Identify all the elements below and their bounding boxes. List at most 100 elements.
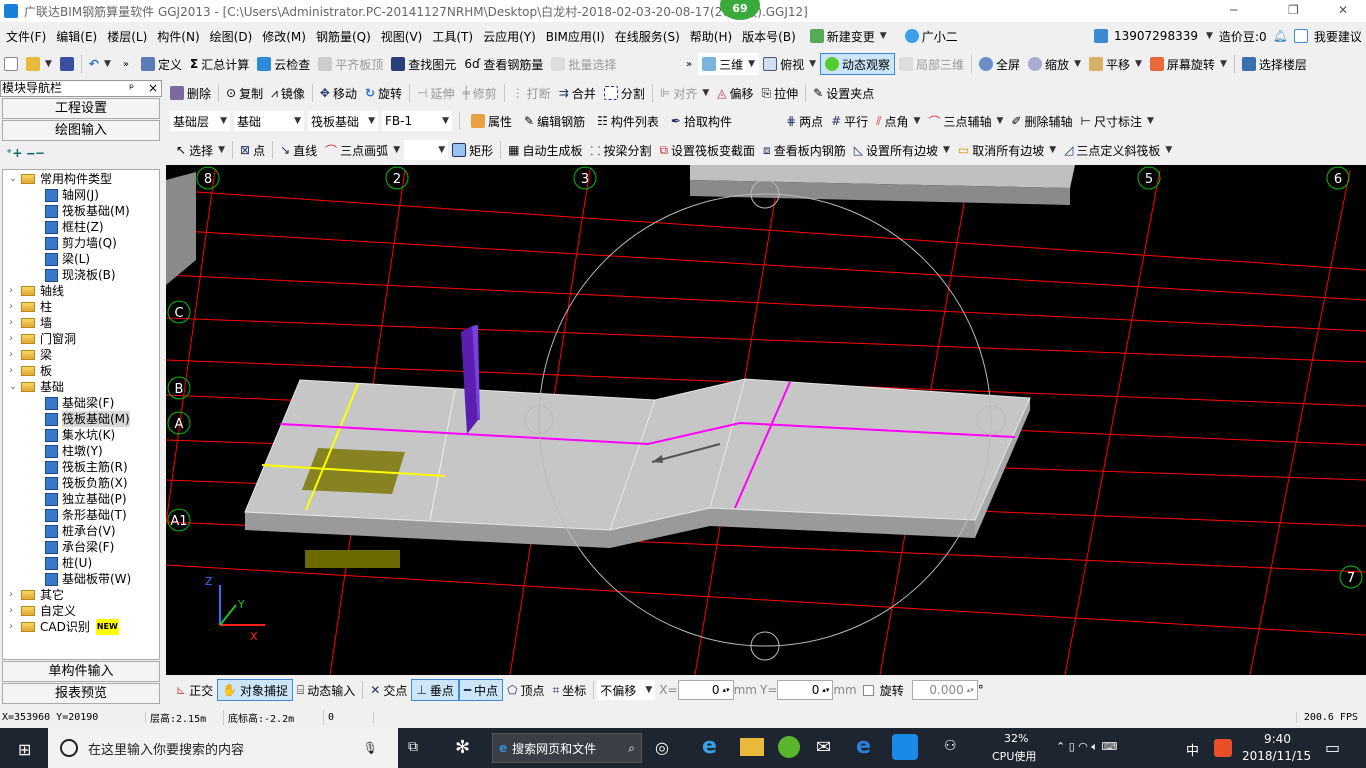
point-angle-button[interactable]: ⫽ 点角 ▼ [872,110,924,132]
pan-button[interactable]: 平移 ▼ [1085,53,1146,75]
glodon-app-icon[interactable] [892,734,918,760]
browser-search-box[interactable]: e 搜索网页和文件 ⌕ [492,733,642,763]
project-settings-button[interactable]: 工程设置 [2,98,160,119]
tree-item[interactable]: 基础板带(W) [9,571,159,587]
y-offset-input[interactable]: 0 ▴▾ [777,680,834,700]
intersection-snap[interactable]: ✕ 交点 [366,679,411,701]
tree-item[interactable]: 集水坑(K) [9,427,159,443]
tree-item[interactable]: › 自定义 [9,603,159,619]
rotate-button[interactable]: ↻ 旋转 [361,82,406,104]
browser-360-icon[interactable] [778,736,800,758]
tree-item[interactable]: 筏板基础(M) [9,203,159,219]
chevron-right-icon[interactable]: › [9,619,21,635]
save-button[interactable] [56,53,78,75]
sogou-ime-icon[interactable] [1214,739,1232,757]
menu-file[interactable]: 文件(F) [6,28,46,45]
line-button[interactable]: ↘ 直线 [276,139,321,161]
extend-button[interactable]: ⊣ 延伸 [413,82,458,104]
screen-rotate-button[interactable]: 屏幕旋转 ▼ [1146,53,1231,75]
component-select[interactable]: FB-1 ▼ [382,111,452,131]
chevron-down-icon[interactable]: ⌄ [9,379,21,395]
merge-button[interactable]: ⇉ 合并 [555,82,600,104]
select-floor-button[interactable]: 选择楼层 [1238,53,1311,75]
chevron-right-icon[interactable]: › [9,331,21,347]
tree-item[interactable]: 筏板主筋(R) [9,459,159,475]
trim-button[interactable]: ╪ 修剪 [459,82,501,104]
menu-draw[interactable]: 绘图(D) [210,28,253,45]
set-all-slopes-button[interactable]: ◺ 设置所有边坡 ▼ [850,139,954,161]
taskbar-search-box[interactable]: 在这里输入你要搜索的内容 🎙︎ [48,728,398,768]
ie-browser-icon[interactable]: e [702,734,717,759]
tree-item[interactable]: 筏板基础(M) [9,411,159,427]
chevron-down-icon[interactable]: ⌄ [9,171,21,187]
tree-item[interactable]: 梁(L) [9,251,159,267]
type-select[interactable]: 筏板基础 ▼ [308,111,378,131]
fan-app-icon[interactable]: ✻ [455,737,470,758]
pin-icon[interactable]: ᵖ [129,81,134,96]
copy-button[interactable]: ⊙ 复制 [222,82,267,104]
point-button[interactable]: ⊠ 点 [236,139,269,161]
single-component-input-button[interactable]: 单构件输入 [2,661,160,682]
offset-button[interactable]: ◬ 偏移 [713,82,757,104]
restore-button[interactable]: ❐ [1288,3,1299,17]
auto-generate-slab-button[interactable]: ▦ 自动生成板 [504,139,586,161]
align-button[interactable]: ⊫ 对齐 ▼ [656,82,713,104]
summary-calc-button[interactable]: Σ 汇总计算 [186,53,253,75]
split-by-beam-button[interactable]: ⸬ 按梁分割 [586,139,655,161]
offset-mode-select[interactable]: 不偏移 ▼ [597,680,656,700]
action-center-icon[interactable]: ▭ [1325,738,1340,757]
tree-item[interactable]: › 板 [9,363,159,379]
vertex-snap[interactable]: ⬠ 顶点 [503,679,548,701]
batch-select-button[interactable]: 批量选择 [547,53,620,75]
drawing-input-button[interactable]: 绘图输入 [2,120,160,141]
properties-button[interactable]: 属性 [467,110,516,132]
component-list-button[interactable]: ☷ 构件列表 [593,110,663,132]
menu-component[interactable]: 构件(N) [157,28,199,45]
chevron-right-icon[interactable]: › [9,603,21,619]
task-view-icon[interactable]: ⧉ [408,739,418,755]
coordinate-snap[interactable]: ⌗ 坐标 [549,679,591,701]
tree-item[interactable]: › 柱 [9,299,159,315]
ortho-toggle[interactable]: ⊾ 正交 [172,679,217,701]
set-grip-button[interactable]: ✎ 设置夹点 [809,82,878,104]
new-file-button[interactable] [0,53,22,75]
tree-item[interactable]: › 其它 [9,587,159,603]
select-button[interactable]: ↖ 选择 ▼ [172,139,229,161]
suggest-button[interactable]: 我要建议 [1314,28,1362,45]
mail-icon[interactable]: ✉︎ [816,737,831,758]
report-preview-button[interactable]: 报表预览 [2,683,160,704]
define-button[interactable]: 定义 [137,53,186,75]
chevron-right-icon[interactable]: › [9,283,21,299]
menu-version[interactable]: 版本号(B) [742,28,796,45]
stretch-button[interactable]: ⎘ 拉伸 [758,82,803,104]
dynamic-input-toggle[interactable]: ⌸ 动态输入 [293,679,359,701]
floor-select[interactable]: 基础层 ▼ [170,111,230,131]
collapse-all-icon[interactable]: ‒− [27,146,45,160]
menu-bim[interactable]: BIM应用(I) [546,28,605,45]
split-button[interactable]: 分割 [600,82,649,104]
move-button[interactable]: ✥ 移动 [316,82,361,104]
break-button[interactable]: ⋮ 打断 [508,82,555,104]
open-file-button[interactable]: ▼ [22,53,56,75]
menu-help[interactable]: 帮助(H) [690,28,732,45]
tree-item[interactable]: › 墙 [9,315,159,331]
undo-button[interactable]: ↶ ▼ [85,53,115,75]
assistant-button[interactable]: 广小二 [901,25,962,47]
people-icon[interactable]: ⚇ [944,738,957,754]
menu-tools[interactable]: 工具(T) [432,28,473,45]
tree-item[interactable]: 桩承台(V) [9,523,159,539]
midpoint-snap[interactable]: ━ 中点 [458,679,504,701]
tree-item[interactable]: 桩(U) [9,555,159,571]
three-point-arc-button[interactable]: ⌒ 三点画弧 ▼ [321,139,404,161]
sloped-raft-button[interactable]: ◿ 三点定义斜筏板 ▼ [1060,139,1176,161]
orbit-button[interactable]: 动态观察 [820,53,896,75]
expand-all-icon[interactable]: ⁺+ [6,146,22,160]
tree-item[interactable]: › 轴线 [9,283,159,299]
menu-modify[interactable]: 修改(M) [262,28,306,45]
chevron-right-icon[interactable]: › [9,363,21,379]
edge-icon[interactable]: e [856,734,871,759]
tree-item[interactable]: 承台梁(F) [9,539,159,555]
clock-time[interactable]: 9:40 [1264,732,1291,746]
tray-icons[interactable]: ⌃ ▯ ◠ 🔈︎ ⌨︎ [1056,740,1117,754]
category-select[interactable]: 基础 ▼ [234,111,304,131]
